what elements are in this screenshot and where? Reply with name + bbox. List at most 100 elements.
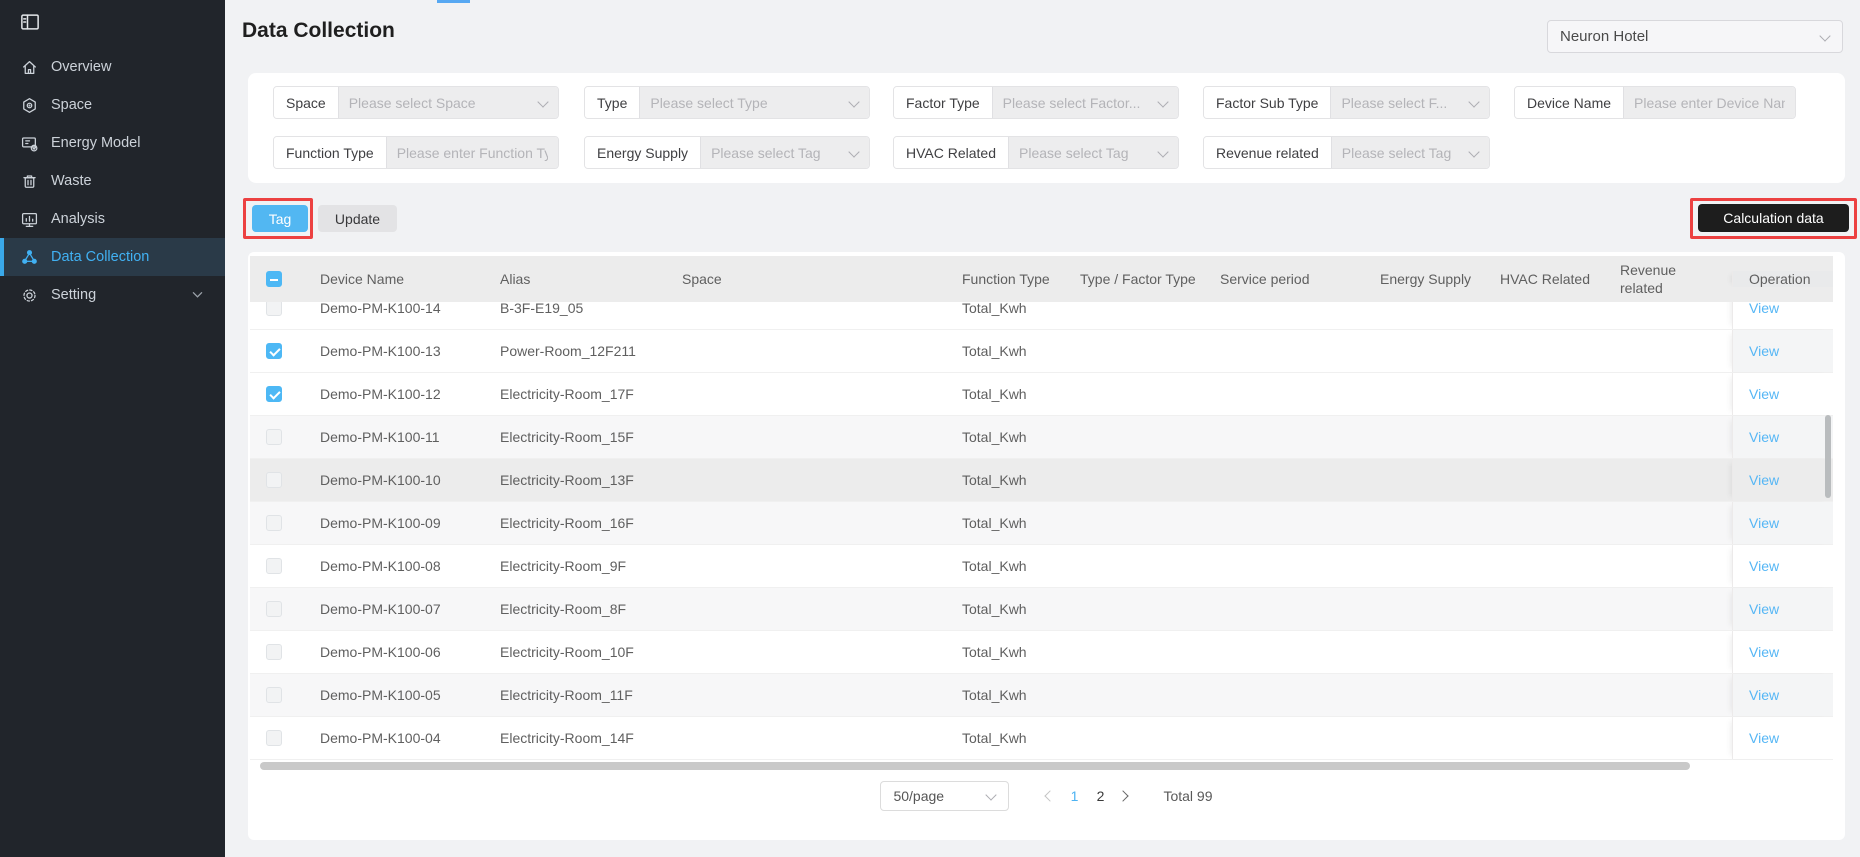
- function-type-cell: Total_Kwh: [948, 717, 1066, 759]
- col-device-name: Device Name: [306, 271, 486, 287]
- alias-cell: Electricity-Room_9F: [486, 545, 668, 587]
- chevron-down-icon: [849, 98, 859, 108]
- function-type-cell: Total_Kwh: [948, 631, 1066, 673]
- chevron-down-icon: [192, 291, 203, 299]
- row-checkbox[interactable]: [266, 687, 282, 703]
- row-checkbox[interactable]: [266, 644, 282, 660]
- horizontal-scrollbar-thumb[interactable]: [260, 762, 1690, 770]
- view-link[interactable]: View: [1749, 558, 1779, 574]
- device-name-cell: Demo-PM-K100-07: [306, 588, 486, 630]
- row-checkbox[interactable]: [266, 302, 282, 316]
- filter-label: Factor Type: [894, 87, 993, 118]
- table-row: Demo-PM-K100-05 Electricity-Room_11F Tot…: [250, 674, 1833, 717]
- view-link[interactable]: View: [1749, 687, 1779, 703]
- update-button[interactable]: Update: [318, 205, 397, 232]
- prev-page-icon[interactable]: [1037, 784, 1061, 808]
- view-link[interactable]: View: [1749, 644, 1779, 660]
- hotel-selector[interactable]: Neuron Hotel: [1547, 20, 1843, 53]
- row-checkbox[interactable]: [266, 386, 282, 402]
- row-checkbox[interactable]: [266, 515, 282, 531]
- trash-icon: [21, 173, 38, 190]
- filter-label: Type: [585, 87, 640, 118]
- table-body: Demo-PM-K100-14 B-3F-E19_05 Total_Kwh Vi…: [250, 302, 1833, 760]
- hvac-related-select[interactable]: Please select Tag: [1009, 137, 1178, 168]
- row-checkbox[interactable]: [266, 472, 282, 488]
- view-link[interactable]: View: [1749, 730, 1779, 746]
- tag-button[interactable]: Tag: [252, 205, 308, 232]
- alias-cell: Electricity-Room_10F: [486, 631, 668, 673]
- filter-hvac-related: HVAC Related Please select Tag: [893, 136, 1179, 169]
- filter-label: Energy Supply: [585, 137, 701, 168]
- next-page-icon[interactable]: [1113, 784, 1137, 808]
- sidebar-item-data-collection[interactable]: Data Collection: [0, 238, 225, 276]
- filter-label: Factor Sub Type: [1204, 87, 1331, 118]
- function-type-input[interactable]: Please enter Function Ty: [387, 137, 558, 168]
- alias-cell: Electricity-Room_17F: [486, 373, 668, 415]
- chart-monitor-icon: [21, 211, 38, 228]
- device-name-cell: Demo-PM-K100-09: [306, 502, 486, 544]
- view-link[interactable]: View: [1749, 343, 1779, 359]
- calculation-data-button[interactable]: Calculation data: [1698, 204, 1849, 232]
- sidebar: Overview Space Energy Model: [0, 0, 225, 857]
- view-link[interactable]: View: [1749, 515, 1779, 531]
- col-service-period: Service period: [1206, 271, 1366, 287]
- chevron-down-icon: [849, 148, 859, 158]
- revenue-related-select[interactable]: Please select Tag: [1332, 137, 1489, 168]
- filter-label: Device Name: [1515, 87, 1624, 118]
- filter-label: Function Type: [274, 137, 387, 168]
- device-name-input[interactable]: Please enter Device Nan: [1624, 87, 1795, 118]
- space-select[interactable]: Please select Space: [339, 87, 558, 118]
- energy-supply-select[interactable]: Please select Tag: [701, 137, 869, 168]
- vertical-scrollbar-thumb[interactable]: [1825, 415, 1831, 498]
- device-name-cell: Demo-PM-K100-11: [306, 416, 486, 458]
- top-loading-indicator: [437, 0, 470, 3]
- filter-label: HVAC Related: [894, 137, 1009, 168]
- page-number-1[interactable]: 1: [1061, 784, 1087, 808]
- function-type-cell: Total_Kwh: [948, 502, 1066, 544]
- table-row: Demo-PM-K100-06 Electricity-Room_10F Tot…: [250, 631, 1833, 674]
- function-type-cell: Total_Kwh: [948, 545, 1066, 587]
- sidebar-collapse-icon[interactable]: [20, 12, 40, 32]
- row-checkbox[interactable]: [266, 343, 282, 359]
- factor-sub-type-select[interactable]: Please select F...: [1331, 87, 1489, 118]
- chevron-down-icon: [1158, 148, 1168, 158]
- device-name-cell: Demo-PM-K100-13: [306, 330, 486, 372]
- col-type-factor-type: Type / Factor Type: [1066, 271, 1206, 287]
- view-link[interactable]: View: [1749, 601, 1779, 617]
- factor-type-select[interactable]: Please select Factor...: [993, 87, 1178, 118]
- row-checkbox[interactable]: [266, 558, 282, 574]
- sidebar-item-space[interactable]: Space: [0, 86, 225, 124]
- filter-device-name: Device Name Please enter Device Nan: [1514, 86, 1796, 119]
- row-checkbox[interactable]: [266, 429, 282, 445]
- row-checkbox[interactable]: [266, 730, 282, 746]
- alias-cell: Electricity-Room_15F: [486, 416, 668, 458]
- sidebar-item-overview[interactable]: Overview: [0, 48, 225, 86]
- device-name-cell: Demo-PM-K100-12: [306, 373, 486, 415]
- view-link[interactable]: View: [1749, 429, 1779, 445]
- col-operation: Operation: [1732, 271, 1833, 287]
- data-table: Device Name Alias Space Function Type Ty…: [250, 256, 1833, 760]
- view-link[interactable]: View: [1749, 386, 1779, 402]
- view-link[interactable]: View: [1749, 302, 1779, 316]
- alias-cell: Electricity-Room_11F: [486, 674, 668, 716]
- row-checkbox[interactable]: [266, 601, 282, 617]
- select-all-checkbox[interactable]: [266, 271, 282, 287]
- table-row: Demo-PM-K100-08 Electricity-Room_9F Tota…: [250, 545, 1833, 588]
- sidebar-item-analysis[interactable]: Analysis: [0, 200, 225, 238]
- view-link[interactable]: View: [1749, 472, 1779, 488]
- sidebar-item-label: Data Collection: [51, 249, 149, 265]
- sidebar-item-waste[interactable]: Waste: [0, 162, 225, 200]
- filter-space: Space Please select Space: [273, 86, 559, 119]
- col-hvac-related: HVAC Related: [1486, 271, 1606, 287]
- page-size-select[interactable]: 50/page: [880, 781, 1009, 811]
- chevron-down-icon: [1469, 98, 1479, 108]
- chevron-down-icon: [1469, 148, 1479, 158]
- sidebar-item-energy-model[interactable]: Energy Model: [0, 124, 225, 162]
- table-row: Demo-PM-K100-04 Electricity-Room_14F Tot…: [250, 717, 1833, 760]
- type-select[interactable]: Please select Type: [640, 87, 869, 118]
- function-type-cell: Total_Kwh: [948, 373, 1066, 415]
- nodes-icon: [21, 249, 38, 266]
- sidebar-item-setting[interactable]: Setting: [0, 276, 225, 314]
- page-number-2[interactable]: 2: [1087, 784, 1113, 808]
- table-row: Demo-PM-K100-12 Electricity-Room_17F Tot…: [250, 373, 1833, 416]
